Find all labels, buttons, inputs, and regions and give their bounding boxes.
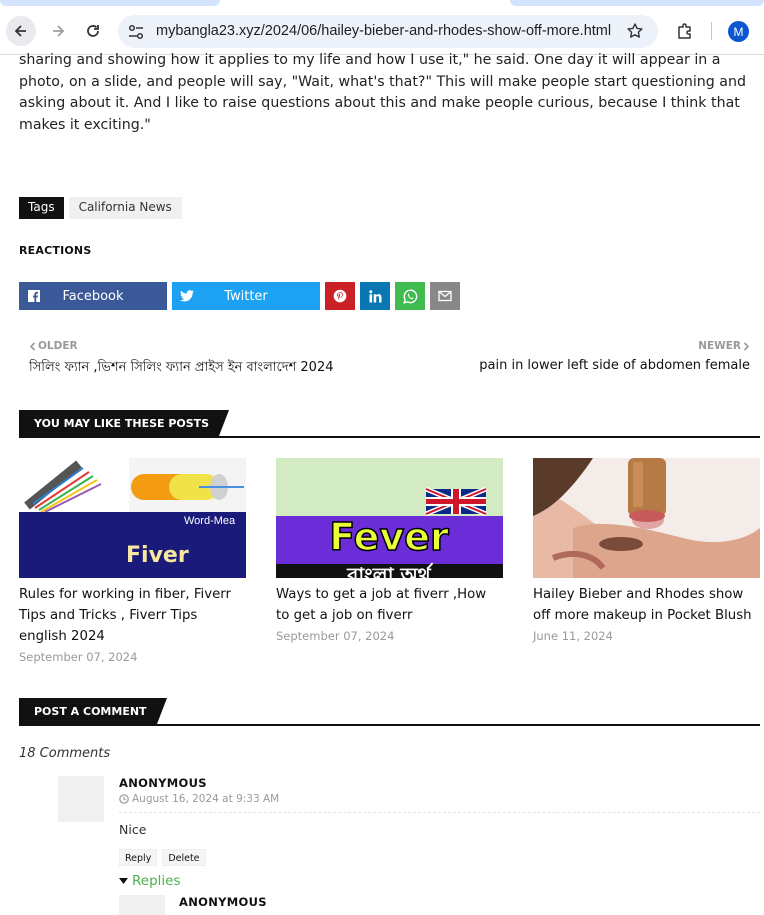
comment-date-link[interactable]: August 16, 2024 at 9:33 AM (119, 793, 279, 805)
newer-post-title[interactable]: pain in lower left side of abdomen femal… (479, 358, 750, 373)
share-linkedin-button[interactable] (360, 282, 390, 310)
newer-label-row: NEWER (479, 340, 750, 352)
tab-strip-edge (510, 0, 764, 6)
share-facebook-button[interactable]: Facebook (19, 282, 167, 310)
reload-button[interactable] (78, 16, 108, 46)
older-post-link[interactable]: OLDER সিলিং ফ্যান ,ভিশন সিলিং ফ্যান প্রা… (29, 340, 334, 379)
fever-thumb-bangla-text: বাংলা অর্থ (346, 562, 434, 578)
uk-flag-icon (425, 486, 487, 517)
avatar (119, 895, 165, 915)
newer-post-link[interactable]: NEWER pain in lower left side of abdomen… (479, 340, 750, 373)
whatsapp-icon (402, 288, 417, 304)
related-post-card[interactable]: Word-Mea Fiver Rules for working in fibe… (19, 458, 246, 664)
reactions-heading: REACTIONS (19, 244, 92, 257)
avatar (58, 776, 104, 822)
profile-avatar[interactable]: M (728, 21, 749, 42)
comment-date: August 16, 2024 at 9:33 AM (132, 793, 280, 805)
related-post-date: September 07, 2024 (19, 650, 138, 664)
tags-row: Tags California News (19, 197, 182, 219)
fever-thumb-title-text: Fever (329, 515, 449, 559)
tag-link[interactable]: California News (68, 197, 182, 219)
back-button[interactable] (6, 16, 36, 46)
share-pinterest-button[interactable] (325, 282, 355, 310)
clock-icon (119, 794, 129, 804)
related-posts-header: YOU MAY LIKE THESE POSTS (19, 410, 760, 438)
comment-divider (119, 812, 760, 813)
forward-icon (53, 25, 65, 37)
fever-thumbnail-image: Fever বাংলা অর্থ (276, 458, 503, 578)
post-comment-heading: POST A COMMENT (19, 698, 167, 724)
bookmark-star-icon[interactable] (626, 22, 644, 40)
comment-actions: Reply Delete (119, 849, 206, 866)
facebook-label: Facebook (62, 288, 124, 304)
share-whatsapp-button[interactable] (395, 282, 425, 310)
pinterest-icon (333, 289, 347, 303)
comment-author: ANONYMOUS (119, 776, 207, 790)
site-settings-icon[interactable] (127, 23, 145, 41)
extensions-icon[interactable] (676, 22, 694, 40)
tab-strip-edge (0, 0, 220, 6)
related-post-card[interactable]: Hailey Bieber and Rhodes show off more m… (533, 458, 760, 643)
makeup-thumbnail-image (533, 458, 760, 578)
address-bar[interactable]: mybangla23.xyz/2024/06/hailey-bieber-and… (118, 15, 658, 48)
reply-button[interactable]: Reply (119, 849, 158, 866)
chevron-left-icon (29, 341, 36, 351)
reload-icon (87, 25, 99, 37)
caret-down-icon (119, 877, 128, 884)
comments-header: POST A COMMENT (19, 698, 760, 726)
related-post-date: June 11, 2024 (533, 629, 613, 643)
facebook-icon (19, 282, 49, 310)
older-label: OLDER (38, 340, 78, 352)
toolbar-separator (711, 22, 712, 40)
replies-toggle[interactable]: Replies (119, 873, 181, 889)
related-post-thumbnail[interactable] (533, 458, 760, 578)
older-post-title[interactable]: সিলিং ফ্যান ,ভিশন সিলিং ফ্যান প্রাইস ইন … (29, 358, 334, 379)
article-paragraph: sharing and showing how it applies to my… (19, 52, 746, 133)
related-post-title[interactable]: Hailey Bieber and Rhodes show off more m… (533, 584, 760, 626)
tags-label: Tags (19, 197, 64, 219)
twitter-icon (172, 282, 202, 310)
related-post-thumbnail[interactable]: Word-Mea Fiver (19, 458, 246, 578)
related-post-thumbnail[interactable]: Fever বাংলা অর্থ (276, 458, 503, 578)
back-icon (14, 25, 26, 37)
browser-toolbar: mybangla23.xyz/2024/06/hailey-bieber-and… (0, 0, 764, 55)
reply-author: ANONYMOUS (179, 895, 267, 909)
chevron-right-icon (743, 341, 750, 351)
comment-count: 18 Comments (19, 746, 111, 761)
twitter-label: Twitter (224, 288, 268, 304)
replies-label: Replies (132, 873, 181, 889)
fiber-thumb-title-text: Fiver (126, 543, 189, 568)
fiber-thumbnail-image: Word-Mea Fiver (19, 458, 246, 578)
related-post-date: September 07, 2024 (276, 629, 395, 643)
comment-body: Nice (119, 822, 147, 837)
share-email-button[interactable] (430, 282, 460, 310)
older-label-row: OLDER (29, 340, 334, 352)
related-post-title[interactable]: Rules for working in fiber, Fiverr Tips … (19, 584, 246, 647)
fiber-thumb-word-text: Word-Mea (184, 515, 236, 527)
delete-button[interactable]: Delete (162, 849, 206, 866)
share-buttons: Facebook Twitter (19, 282, 460, 310)
share-twitter-button[interactable]: Twitter (172, 282, 320, 310)
related-posts-heading: YOU MAY LIKE THESE POSTS (19, 410, 230, 436)
related-post-card[interactable]: Fever বাংলা অর্থ Ways to get a job at fi… (276, 458, 503, 643)
related-post-title[interactable]: Ways to get a job at fiverr ,How to get … (276, 584, 503, 626)
newer-label: NEWER (698, 340, 741, 352)
url-text[interactable]: mybangla23.xyz/2024/06/hailey-bieber-and… (156, 23, 611, 39)
linkedin-icon (368, 289, 381, 302)
forward-button[interactable] (43, 16, 73, 46)
post-pager: OLDER সিলিং ফ্যান ,ভিশন সিলিং ফ্যান প্রা… (19, 340, 760, 386)
email-icon (438, 290, 452, 302)
